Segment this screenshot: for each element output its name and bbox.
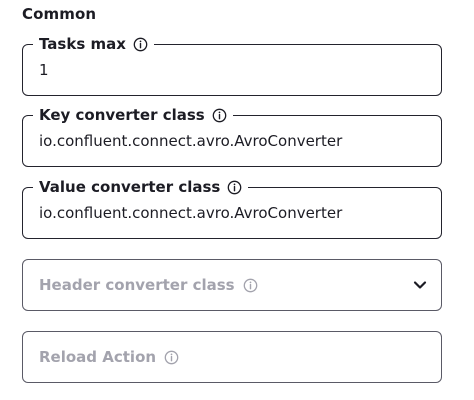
header-converter-class-select[interactable]: Header converter class [22,259,442,311]
section-title: Common [22,5,97,23]
info-icon[interactable] [133,37,148,52]
reload-action-placeholder-row: Reload Action [39,332,179,382]
key-converter-class-label: Key converter class [39,106,205,124]
tasks-max-label: Tasks max [39,35,126,53]
reload-action-field[interactable]: Reload Action [22,331,442,383]
tasks-max-field[interactable]: Tasks max 1 [22,34,442,96]
value-converter-class-legend: Value converter class [33,177,249,197]
chevron-down-icon[interactable] [413,279,427,291]
info-icon[interactable] [243,278,258,293]
key-converter-class-legend: Key converter class [33,105,233,125]
value-converter-class-input[interactable]: io.confluent.connect.avro.AvroConverter [39,204,342,222]
tasks-max-legend: Tasks max [33,34,154,54]
reload-action-placeholder: Reload Action [39,348,157,366]
value-converter-class-label: Value converter class [39,178,221,196]
header-converter-class-placeholder-row: Header converter class [39,260,258,310]
key-converter-class-input[interactable]: io.confluent.connect.avro.AvroConverter [39,132,342,150]
info-icon[interactable] [164,350,179,365]
value-converter-class-field[interactable]: Value converter class io.confluent.conne… [22,177,442,239]
info-icon[interactable] [212,108,227,123]
key-converter-class-field[interactable]: Key converter class io.confluent.connect… [22,105,442,167]
tasks-max-input[interactable]: 1 [39,61,49,79]
header-converter-class-placeholder: Header converter class [39,276,235,294]
info-icon[interactable] [227,180,242,195]
